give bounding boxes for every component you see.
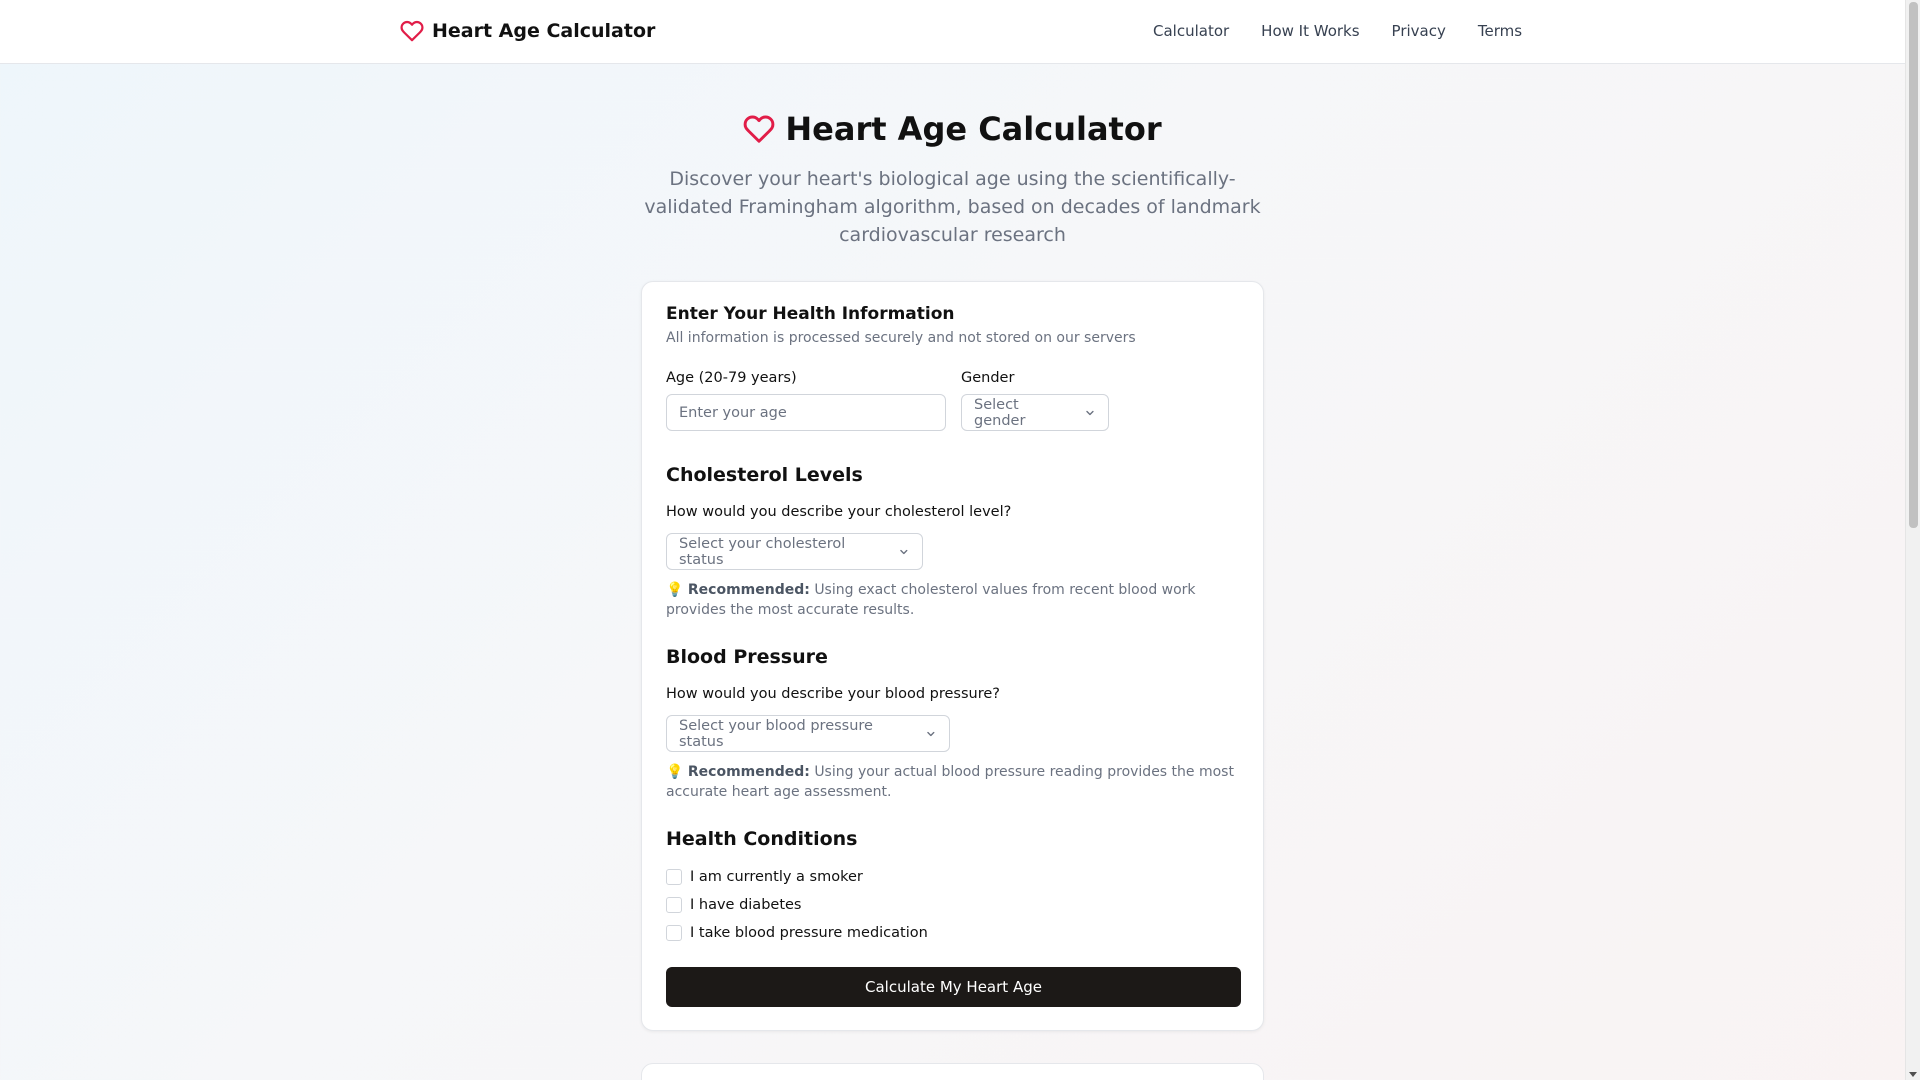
nav-link-calculator[interactable]: Calculator <box>1153 22 1229 40</box>
results-card <box>641 1063 1264 1080</box>
scroll-down-arrow-icon[interactable] <box>1909 1072 1917 1077</box>
tip-label: Recommended: <box>687 764 810 780</box>
lightbulb-icon: 💡 <box>666 764 684 780</box>
nav-link-how-it-works[interactable]: How It Works <box>1261 22 1359 40</box>
diabetes-checkbox-label[interactable]: I have diabetes <box>690 897 801 913</box>
cholesterol-select[interactable]: Select your cholesterol status <box>666 533 923 570</box>
age-input[interactable]: Enter your age <box>666 394 946 431</box>
smoker-checkbox-label[interactable]: I am currently a smoker <box>690 869 863 885</box>
brand-logo[interactable]: Heart Age Calculator <box>400 19 655 43</box>
form-description: All information is processed securely an… <box>666 330 1136 346</box>
chevron-down-icon <box>927 731 935 736</box>
gender-select[interactable]: Select gender <box>961 394 1109 431</box>
cholesterol-question: How would you describe your cholesterol … <box>666 504 1012 520</box>
form-title: Enter Your Health Information <box>666 304 955 324</box>
page-scrollbar[interactable] <box>1905 0 1920 1080</box>
chevron-down-icon <box>900 549 908 554</box>
age-placeholder: Enter your age <box>679 404 787 421</box>
blood-pressure-question: How would you describe your blood pressu… <box>666 686 1000 702</box>
smoker-checkbox[interactable] <box>666 869 682 885</box>
nav-link-privacy[interactable]: Privacy <box>1392 22 1446 40</box>
gender-selected-value: Select gender <box>974 396 1026 429</box>
diabetes-checkbox[interactable] <box>666 897 682 913</box>
lightbulb-icon: 💡 <box>666 582 684 598</box>
gender-label: Gender <box>961 370 1015 386</box>
brand-name: Heart Age Calculator <box>432 20 656 42</box>
health-conditions-section-title: Health Conditions <box>666 828 858 850</box>
chevron-down-icon <box>1086 410 1094 415</box>
page-subtitle: Discover your heart's biological age usi… <box>644 168 1261 246</box>
blood-pressure-selected-value: Select your blood pressure status <box>679 717 873 750</box>
blood-pressure-tip: 💡 Recommended: Using your actual blood p… <box>666 762 1251 802</box>
scrollbar-thumb[interactable] <box>1909 2 1918 528</box>
health-form-card: Enter Your Health Information All inform… <box>641 281 1264 1031</box>
age-label: Age (20-79 years) <box>666 370 797 386</box>
diabetes-checkbox-row[interactable]: I have diabetes <box>666 897 801 913</box>
bp-medication-checkbox-row[interactable]: I take blood pressure medication <box>666 925 928 941</box>
page-title: Heart Age Calculator <box>0 110 1905 148</box>
page-heading: Heart Age Calculator <box>785 110 1162 148</box>
bp-medication-checkbox[interactable] <box>666 925 682 941</box>
blood-pressure-section-title: Blood Pressure <box>666 646 828 668</box>
calculate-button[interactable]: Calculate My Heart Age <box>666 967 1241 1007</box>
main-nav: Calculator How It Works Privacy Terms <box>1153 22 1522 40</box>
blood-pressure-select[interactable]: Select your blood pressure status <box>666 715 950 752</box>
smoker-checkbox-row[interactable]: I am currently a smoker <box>666 869 863 885</box>
top-navbar: Heart Age Calculator Calculator How It W… <box>0 0 1905 64</box>
cholesterol-selected-value: Select your cholesterol status <box>679 535 846 568</box>
cholesterol-tip: 💡 Recommended: Using exact cholesterol v… <box>666 580 1251 620</box>
cholesterol-section-title: Cholesterol Levels <box>666 464 863 486</box>
heart-icon <box>400 20 424 42</box>
tip-label: Recommended: <box>687 582 810 598</box>
nav-link-terms[interactable]: Terms <box>1478 22 1522 40</box>
heart-icon <box>744 115 775 143</box>
bp-medication-checkbox-label[interactable]: I take blood pressure medication <box>690 925 928 941</box>
